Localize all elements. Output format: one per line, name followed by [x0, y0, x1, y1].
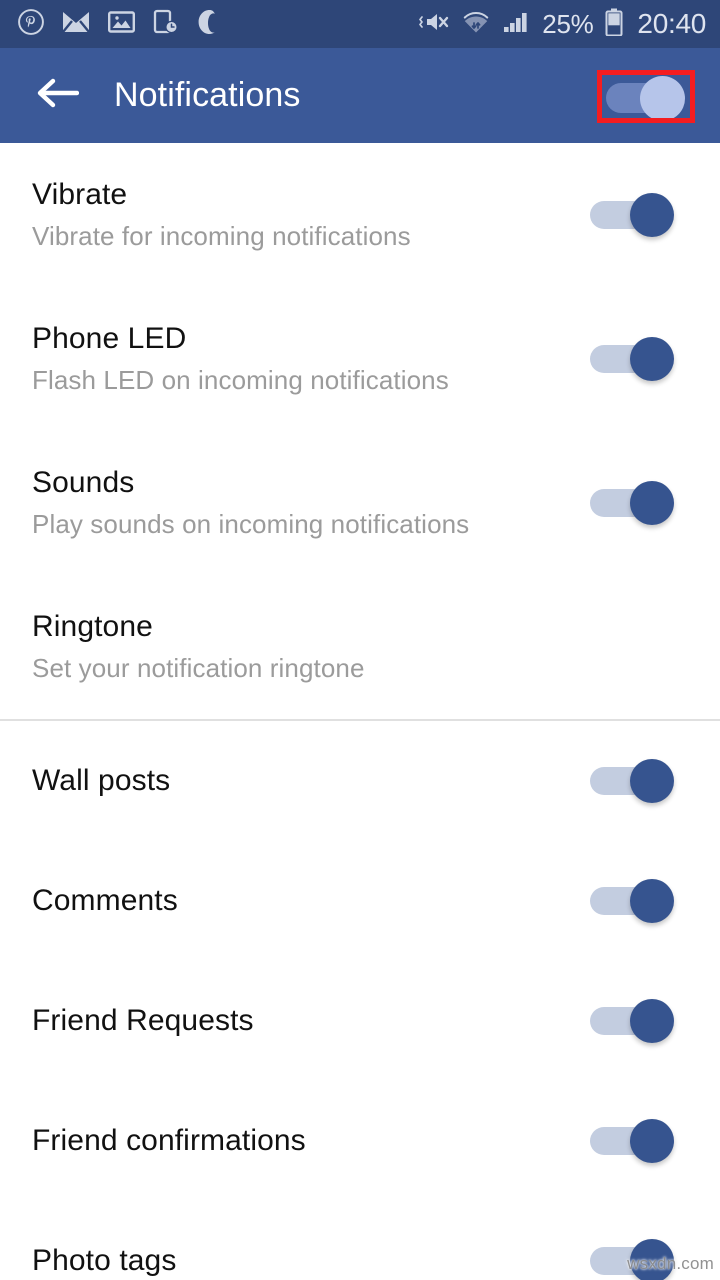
- status-bar-notification-icons: [18, 8, 222, 40]
- toggle-knob: [630, 193, 674, 237]
- toggle-knob: [630, 879, 674, 923]
- row-title: Friend confirmations: [32, 1124, 306, 1158]
- wifi-icon: [462, 10, 490, 39]
- pinterest-icon: [18, 8, 44, 40]
- row-subtitle: Vibrate for incoming notifications: [32, 220, 411, 251]
- opera-icon: [197, 9, 222, 40]
- row-text: Comments: [32, 884, 590, 918]
- comments-toggle[interactable]: [590, 879, 674, 923]
- vibrate-toggle[interactable]: [590, 193, 674, 237]
- row-subtitle: Set your notification ringtone: [32, 652, 365, 683]
- battery-icon: [605, 8, 623, 41]
- row-text: Wall posts: [32, 764, 590, 798]
- page-title: Notifications: [114, 76, 301, 114]
- row-subtitle: Play sounds on incoming notifications: [32, 508, 470, 539]
- row-text: Vibrate Vibrate for incoming notificatio…: [32, 178, 590, 251]
- settings-section-notification-types: Wall posts Comments Friend Requests Frie…: [0, 721, 720, 1280]
- toggle-knob: [630, 481, 674, 525]
- vibrate-mute-icon: [418, 10, 450, 39]
- setting-row-sounds[interactable]: Sounds Play sounds on incoming notificat…: [0, 431, 720, 575]
- gallery-image-icon: [108, 10, 136, 39]
- row-title: Comments: [32, 884, 178, 918]
- wall-posts-toggle[interactable]: [590, 759, 674, 803]
- row-title: Ringtone: [32, 610, 153, 644]
- row-title: Friend Requests: [32, 1004, 254, 1038]
- setting-row-friend-requests[interactable]: Friend Requests: [0, 961, 720, 1081]
- toggle-knob: [630, 337, 674, 381]
- sounds-toggle[interactable]: [590, 481, 674, 525]
- settings-list: Vibrate Vibrate for incoming notificatio…: [0, 143, 720, 1280]
- status-bar-clock: 20:40: [637, 8, 706, 39]
- row-title: Sounds: [32, 466, 135, 500]
- setting-row-photo-tags[interactable]: Photo tags: [0, 1201, 720, 1280]
- setting-row-friend-confirmations[interactable]: Friend confirmations: [0, 1081, 720, 1201]
- setting-row-wall-posts[interactable]: Wall posts: [0, 721, 720, 841]
- row-title: Vibrate: [32, 178, 128, 212]
- master-toggle-highlight-box: [597, 70, 695, 123]
- toggle-knob: [630, 1119, 674, 1163]
- row-text: Phone LED Flash LED on incoming notifica…: [32, 322, 590, 395]
- device-clock-icon: [153, 9, 179, 40]
- cellular-signal-icon: [502, 10, 530, 39]
- settings-section-general: Vibrate Vibrate for incoming notificatio…: [0, 143, 720, 719]
- setting-row-vibrate[interactable]: Vibrate Vibrate for incoming notificatio…: [0, 143, 720, 287]
- row-text: Photo tags: [32, 1244, 590, 1278]
- friend-confirmations-toggle[interactable]: [590, 1119, 674, 1163]
- setting-row-comments[interactable]: Comments: [0, 841, 720, 961]
- phone-screen: 25% 20:40 Notifications Vibrate Vibrate …: [0, 0, 720, 1280]
- row-title: Phone LED: [32, 322, 187, 356]
- row-subtitle: Flash LED on incoming notifications: [32, 364, 449, 395]
- toggle-knob: [630, 759, 674, 803]
- row-text: Friend confirmations: [32, 1124, 590, 1158]
- back-button[interactable]: [26, 65, 88, 127]
- row-title: Wall posts: [32, 764, 171, 798]
- friend-requests-toggle[interactable]: [590, 999, 674, 1043]
- no-control-spacer: [590, 625, 674, 669]
- watermark: wsxdn.com: [627, 1254, 714, 1273]
- email-icon: [62, 11, 90, 38]
- status-bar: 25% 20:40: [0, 0, 720, 48]
- row-text: Ringtone Set your notification ringtone: [32, 610, 590, 683]
- row-text: Friend Requests: [32, 1004, 590, 1038]
- setting-row-ringtone[interactable]: Ringtone Set your notification ringtone: [0, 575, 720, 719]
- back-arrow-icon: [35, 77, 80, 114]
- toggle-knob: [630, 999, 674, 1043]
- battery-percentage-label: 25%: [542, 9, 594, 39]
- status-bar-system-icons: 25% 20:40: [418, 8, 706, 41]
- phone-led-toggle[interactable]: [590, 337, 674, 381]
- row-title: Photo tags: [32, 1244, 177, 1278]
- setting-row-phone-led[interactable]: Phone LED Flash LED on incoming notifica…: [0, 287, 720, 431]
- row-text: Sounds Play sounds on incoming notificat…: [32, 466, 590, 539]
